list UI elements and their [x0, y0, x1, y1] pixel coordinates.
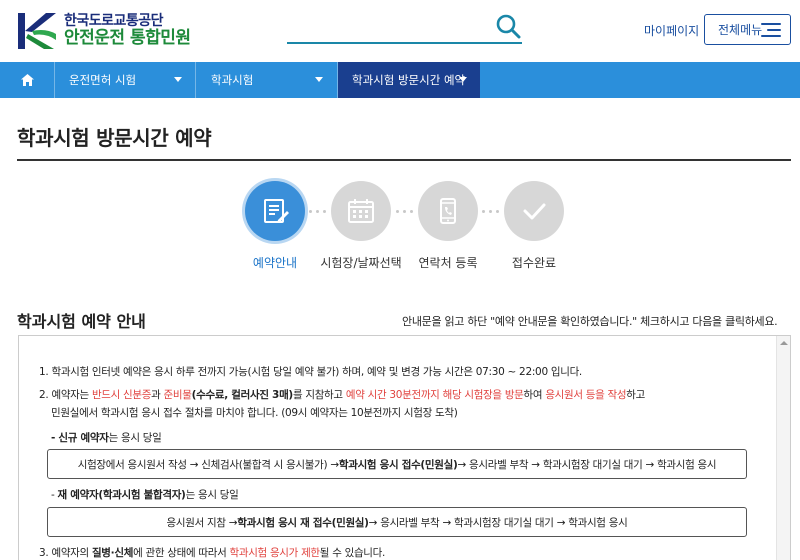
logo-service-name: 안전운전 통합민원 [64, 28, 191, 49]
new-reservation-flow: 시험장에서 응시원서 작성 → 신체검사(불합격 시 응시불가) → 학과시험 … [47, 449, 747, 479]
logo-mark-icon [16, 10, 58, 52]
guide-item-3: 3. 예약자의 질병·신체에 관한 상태에 따라서 학과시험 응시가 제한될 수… [39, 547, 386, 559]
main-nav: 운전면허 시험 학과시험 학과시험 방문시간 예약 [0, 62, 800, 98]
chevron-down-icon [174, 77, 182, 82]
checkmark-icon [523, 203, 546, 220]
all-menu-button[interactable]: 전체메뉴 [704, 14, 791, 45]
step-connector [309, 210, 326, 213]
nav-item-label: 학과시험 [211, 73, 254, 87]
guide-scrollbar[interactable] [776, 336, 790, 560]
new-reservation-label: - 신규 예약자는 응시 당일 [51, 432, 162, 444]
all-menu-label: 전체메뉴 [718, 23, 763, 37]
logo-text: 한국도로교통공단 안전운전 통합민원 [64, 13, 191, 49]
step-contact [418, 181, 478, 241]
guide-title: 학과시험 예약 안내 [17, 312, 146, 331]
page-title: 학과시험 방문시간 예약 [17, 126, 212, 150]
scroll-up-arrow-icon[interactable] [780, 341, 788, 345]
site-header: 한국도로교통공단 안전운전 통합민원 마이페이지 전체메뉴 [0, 0, 800, 62]
hamburger-icon [761, 23, 781, 37]
document-edit-icon [264, 199, 289, 223]
phone-icon [440, 198, 456, 224]
guide-content-box[interactable]: 1. 학과시험 인터넷 예약은 응시 하루 전까지 가능(시험 당일 예약 불가… [18, 335, 791, 560]
title-divider [17, 159, 791, 161]
chevron-down-icon [459, 77, 467, 82]
logo-org-name: 한국도로교통공단 [64, 13, 164, 30]
chevron-down-icon [315, 77, 323, 82]
step-connector [482, 210, 499, 213]
nav-item-label: 운전면허 시험 [69, 73, 137, 87]
nav-item-label: 학과시험 방문시간 예약 [352, 73, 466, 87]
home-icon [20, 74, 34, 86]
step-complete [504, 181, 564, 241]
search-bar [287, 12, 522, 44]
step-reservation-guide [245, 181, 305, 241]
nav-home[interactable] [0, 62, 54, 98]
guide-item-1: 1. 학과시험 인터넷 예약은 응시 하루 전까지 가능(시험 당일 예약 불가… [39, 366, 582, 378]
search-button[interactable] [494, 13, 522, 41]
step-location-date [331, 181, 391, 241]
guide-note: 안내문을 읽고 하단 "예약 안내문을 확인하였습니다." 체크하시고 다음을 … [402, 315, 778, 328]
step-connector [396, 210, 413, 213]
nav-item-written-test[interactable]: 학과시험 [195, 62, 337, 98]
step-label: 접수완료 [511, 256, 557, 270]
re-reservation-flow: 응시원서 지참 → 학과시험 응시 재 접수(민원실) → 응시라벨 부착 → … [47, 507, 747, 537]
site-logo[interactable]: 한국도로교통공단 안전운전 통합민원 [16, 10, 191, 52]
search-input[interactable] [287, 16, 487, 40]
calendar-icon [348, 199, 374, 223]
re-reservation-label: - 재 예약자(학과시험 불합격자)는 응시 당일 [51, 489, 239, 501]
guide-item-2: 2. 예약자는 반드시 신분증과 준비물(수수료, 컬러사진 3매)를 지참하고… [39, 389, 646, 401]
nav-item-driver-license-test[interactable]: 운전면허 시험 [54, 62, 195, 98]
nav-item-visit-reservation[interactable]: 학과시험 방문시간 예약 [338, 62, 480, 98]
search-icon [496, 14, 521, 39]
mypage-link[interactable]: 마이페이지 [644, 22, 699, 39]
guide-item-2-line2: 민원실에서 학과시험 응시 접수 절차를 마치야 합니다. (09시 예약자는 … [51, 407, 458, 419]
